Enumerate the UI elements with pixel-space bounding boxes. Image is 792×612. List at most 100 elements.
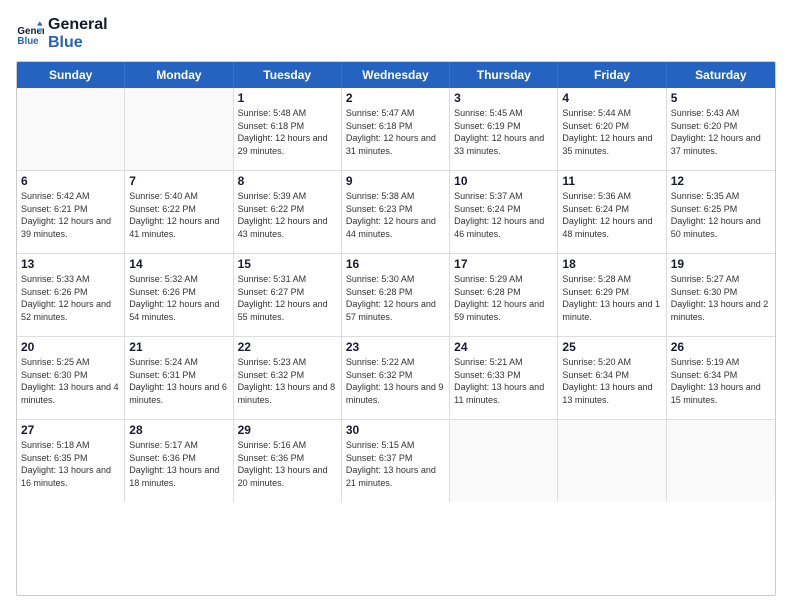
day-number: 30 [346, 423, 445, 437]
day-cell-19: 19 Sunrise: 5:27 AMSunset: 6:30 PMDayligh… [667, 254, 775, 336]
day-info: Sunrise: 5:48 AMSunset: 6:18 PMDaylight:… [238, 107, 337, 157]
day-cell-30: 30 Sunrise: 5:15 AMSunset: 6:37 PMDayligh… [342, 420, 450, 502]
day-number: 5 [671, 91, 771, 105]
day-info: Sunrise: 5:25 AMSunset: 6:30 PMDaylight:… [21, 356, 120, 406]
day-number: 29 [238, 423, 337, 437]
day-number: 7 [129, 174, 228, 188]
calendar-body: 1Sunrise: 5:48 AMSunset: 6:18 PMDaylight… [17, 88, 775, 502]
day-number: 23 [346, 340, 445, 354]
day-number: 22 [238, 340, 337, 354]
day-cell-4: 4 Sunrise: 5:44 AMSunset: 6:20 PMDaylight… [558, 88, 666, 170]
day-info: Sunrise: 5:31 AMSunset: 6:27 PMDaylight:… [238, 273, 337, 323]
day-info: Sunrise: 5:16 AMSunset: 6:36 PMDaylight:… [238, 439, 337, 489]
day-number: 19 [671, 257, 771, 271]
empty-cell [450, 420, 558, 502]
day-cell-26: 26 Sunrise: 5:19 AMSunset: 6:34 PMDayligh… [667, 337, 775, 419]
day-number: 16 [346, 257, 445, 271]
day-info: Sunrise: 5:35 AMSunset: 6:25 PMDaylight:… [671, 190, 771, 240]
header-cell-wednesday: Wednesday [342, 62, 450, 88]
header-cell-monday: Monday [125, 62, 233, 88]
day-info: Sunrise: 5:43 AMSunset: 6:20 PMDaylight:… [671, 107, 771, 157]
day-cell-25: 25 Sunrise: 5:20 AMSunset: 6:34 PMDayligh… [558, 337, 666, 419]
header-cell-friday: Friday [558, 62, 666, 88]
day-info: Sunrise: 5:44 AMSunset: 6:20 PMDaylight:… [562, 107, 661, 157]
day-number: 9 [346, 174, 445, 188]
day-number: 27 [21, 423, 120, 437]
day-number: 13 [21, 257, 120, 271]
day-number: 3 [454, 91, 553, 105]
header-cell-sunday: Sunday [17, 62, 125, 88]
day-number: 12 [671, 174, 771, 188]
day-info: Sunrise: 5:36 AMSunset: 6:24 PMDaylight:… [562, 190, 661, 240]
day-cell-27: 27 Sunrise: 5:18 AMSunset: 6:35 PMDayligh… [17, 420, 125, 502]
logo: General Blue General Blue [16, 16, 108, 51]
day-number: 17 [454, 257, 553, 271]
day-number: 28 [129, 423, 228, 437]
page-header: General Blue General Blue [16, 16, 776, 51]
header-cell-saturday: Saturday [667, 62, 775, 88]
calendar-week-4: 20 Sunrise: 5:25 AMSunset: 6:30 PMDayligh… [17, 337, 775, 420]
day-number: 4 [562, 91, 661, 105]
header-cell-thursday: Thursday [450, 62, 558, 88]
logo-line2: Blue [48, 34, 108, 52]
day-info: Sunrise: 5:28 AMSunset: 6:29 PMDaylight:… [562, 273, 661, 323]
day-number: 20 [21, 340, 120, 354]
day-number: 10 [454, 174, 553, 188]
day-cell-6: 6 Sunrise: 5:42 AMSunset: 6:21 PMDaylight… [17, 171, 125, 253]
day-info: Sunrise: 5:47 AMSunset: 6:18 PMDaylight:… [346, 107, 445, 157]
day-info: Sunrise: 5:27 AMSunset: 6:30 PMDaylight:… [671, 273, 771, 323]
day-cell-16: 16Sunrise: 5:30 AMSunset: 6:28 PMDayligh… [342, 254, 450, 336]
header-cell-tuesday: Tuesday [234, 62, 342, 88]
day-number: 26 [671, 340, 771, 354]
day-info: Sunrise: 5:23 AMSunset: 6:32 PMDaylight:… [238, 356, 337, 406]
calendar-week-2: 6 Sunrise: 5:42 AMSunset: 6:21 PMDaylight… [17, 171, 775, 254]
day-info: Sunrise: 5:17 AMSunset: 6:36 PMDaylight:… [129, 439, 228, 489]
day-cell-18: 18 Sunrise: 5:28 AMSunset: 6:29 PMDayligh… [558, 254, 666, 336]
day-cell-13: 13Sunrise: 5:33 AMSunset: 6:26 PMDayligh… [17, 254, 125, 336]
calendar-week-3: 13Sunrise: 5:33 AMSunset: 6:26 PMDayligh… [17, 254, 775, 337]
svg-text:Blue: Blue [17, 35, 39, 46]
day-info: Sunrise: 5:32 AMSunset: 6:26 PMDaylight:… [129, 273, 228, 323]
day-number: 24 [454, 340, 553, 354]
day-info: Sunrise: 5:37 AMSunset: 6:24 PMDaylight:… [454, 190, 553, 240]
empty-cell [667, 420, 775, 502]
day-cell-11: 11Sunrise: 5:36 AMSunset: 6:24 PMDayligh… [558, 171, 666, 253]
day-info: Sunrise: 5:15 AMSunset: 6:37 PMDaylight:… [346, 439, 445, 489]
day-cell-21: 21Sunrise: 5:24 AMSunset: 6:31 PMDayligh… [125, 337, 233, 419]
day-info: Sunrise: 5:39 AMSunset: 6:22 PMDaylight:… [238, 190, 337, 240]
day-info: Sunrise: 5:21 AMSunset: 6:33 PMDaylight:… [454, 356, 553, 406]
day-cell-3: 3 Sunrise: 5:45 AMSunset: 6:19 PMDaylight… [450, 88, 558, 170]
day-cell-17: 17 Sunrise: 5:29 AMSunset: 6:28 PMDayligh… [450, 254, 558, 336]
day-number: 15 [238, 257, 337, 271]
calendar-week-1: 1Sunrise: 5:48 AMSunset: 6:18 PMDaylight… [17, 88, 775, 171]
day-info: Sunrise: 5:24 AMSunset: 6:31 PMDaylight:… [129, 356, 228, 406]
day-cell-1: 1Sunrise: 5:48 AMSunset: 6:18 PMDaylight… [234, 88, 342, 170]
day-cell-7: 7Sunrise: 5:40 AMSunset: 6:22 PMDaylight… [125, 171, 233, 253]
calendar: SundayMondayTuesdayWednesdayThursdayFrid… [16, 61, 776, 596]
day-number: 14 [129, 257, 228, 271]
logo-icon: General Blue [16, 20, 44, 48]
day-info: Sunrise: 5:19 AMSunset: 6:34 PMDaylight:… [671, 356, 771, 406]
logo-line1: General [48, 16, 108, 34]
empty-cell [558, 420, 666, 502]
day-info: Sunrise: 5:22 AMSunset: 6:32 PMDaylight:… [346, 356, 445, 406]
day-cell-5: 5 Sunrise: 5:43 AMSunset: 6:20 PMDaylight… [667, 88, 775, 170]
day-number: 8 [238, 174, 337, 188]
day-cell-28: 28 Sunrise: 5:17 AMSunset: 6:36 PMDayligh… [125, 420, 233, 502]
day-info: Sunrise: 5:42 AMSunset: 6:21 PMDaylight:… [21, 190, 120, 240]
day-number: 25 [562, 340, 661, 354]
empty-cell [125, 88, 233, 170]
day-cell-20: 20 Sunrise: 5:25 AMSunset: 6:30 PMDayligh… [17, 337, 125, 419]
day-info: Sunrise: 5:18 AMSunset: 6:35 PMDaylight:… [21, 439, 120, 489]
day-info: Sunrise: 5:29 AMSunset: 6:28 PMDaylight:… [454, 273, 553, 323]
day-number: 18 [562, 257, 661, 271]
day-number: 6 [21, 174, 120, 188]
empty-cell [17, 88, 125, 170]
day-info: Sunrise: 5:20 AMSunset: 6:34 PMDaylight:… [562, 356, 661, 406]
day-cell-2: 2Sunrise: 5:47 AMSunset: 6:18 PMDaylight… [342, 88, 450, 170]
day-info: Sunrise: 5:45 AMSunset: 6:19 PMDaylight:… [454, 107, 553, 157]
day-info: Sunrise: 5:38 AMSunset: 6:23 PMDaylight:… [346, 190, 445, 240]
day-cell-12: 12 Sunrise: 5:35 AMSunset: 6:25 PMDayligh… [667, 171, 775, 253]
day-cell-14: 14 Sunrise: 5:32 AMSunset: 6:26 PMDayligh… [125, 254, 233, 336]
calendar-week-5: 27 Sunrise: 5:18 AMSunset: 6:35 PMDayligh… [17, 420, 775, 502]
